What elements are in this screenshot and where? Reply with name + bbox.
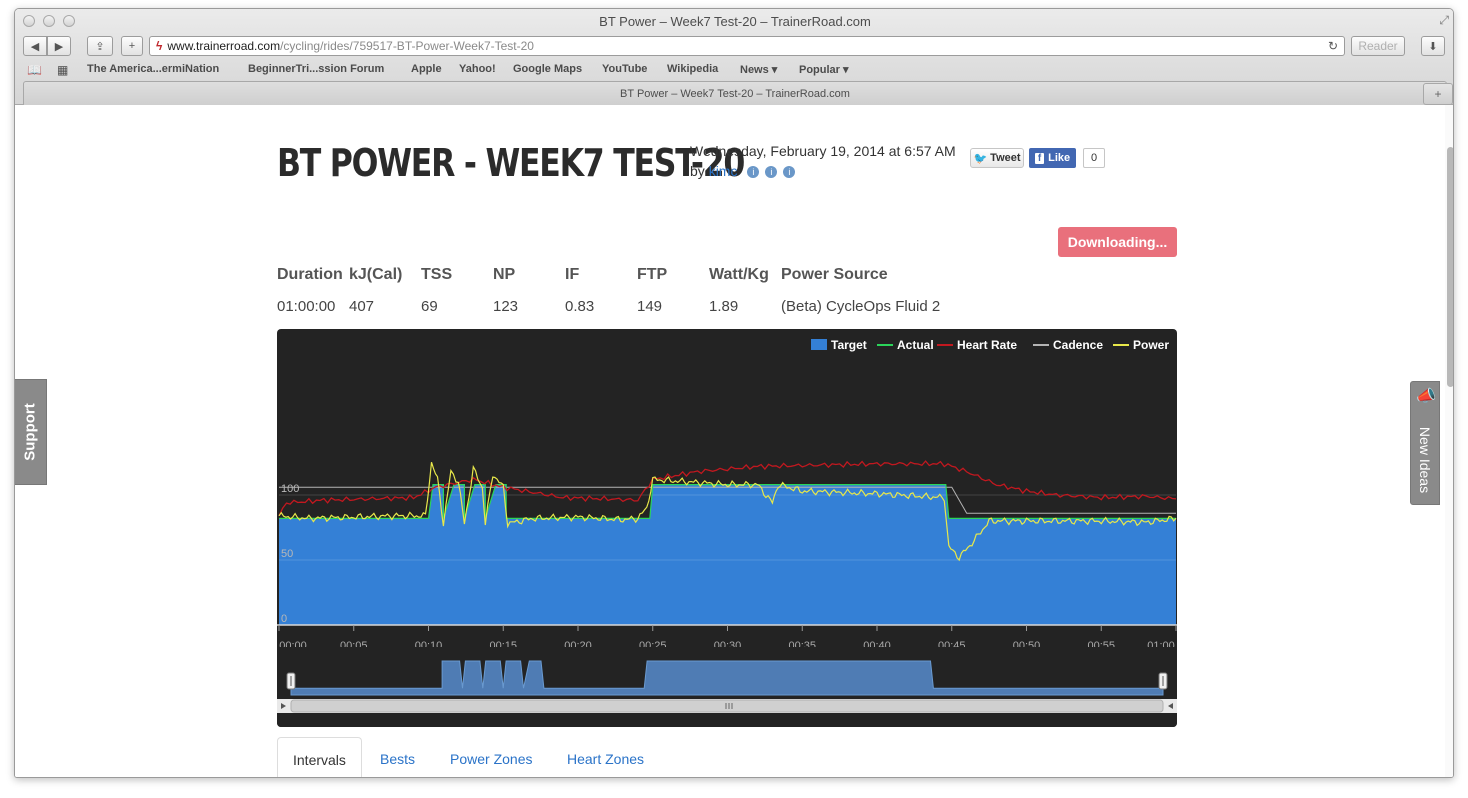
stat-value: 149 <box>637 298 663 315</box>
back-button[interactable]: ◀ <box>23 36 47 56</box>
tab-active[interactable]: BT Power – Week7 Test-20 – TrainerRoad.c… <box>23 81 1447 105</box>
browser-window: BT Power – Week7 Test-20 – TrainerRoad.c… <box>14 8 1454 778</box>
reader-button[interactable]: Reader <box>1351 36 1405 56</box>
bookmark-item[interactable]: YouTube <box>602 63 647 75</box>
y-tick-label: 0 <box>281 613 287 625</box>
byline: by kimc iii <box>690 163 796 179</box>
support-label: Support <box>21 403 39 461</box>
new-ideas-tab[interactable]: 📣 New Ideas <box>1410 381 1440 505</box>
tab-intervals[interactable]: Intervals <box>277 737 362 777</box>
stat-value: 1.89 <box>709 298 739 315</box>
bookmark-item[interactable]: Wikipedia <box>667 63 718 75</box>
site-favicon: ϟ <box>156 39 163 53</box>
bookmark-news-menu[interactable]: News ▾ <box>740 63 777 76</box>
stat-header: IF <box>565 266 580 283</box>
url-host: www.trainerroad.com <box>167 39 281 53</box>
stat-value: 0.83 <box>565 298 595 315</box>
reload-icon[interactable]: ↻ <box>1328 39 1338 53</box>
byline-prefix: by <box>690 163 705 179</box>
plus-icon: + <box>128 40 136 52</box>
stat-value: (Beta) CycleOps Fluid 2 <box>781 298 941 315</box>
scrollbar-thumb[interactable] <box>1447 147 1453 387</box>
url-path: /cycling/rides/759517-BT-Power-Week7-Tes… <box>280 39 534 53</box>
share-button[interactable]: ⇪ <box>87 36 113 56</box>
tab-power-zones[interactable]: Power Zones <box>450 737 532 777</box>
navigator-scrollbar-thumb <box>290 699 1164 713</box>
reading-list-icon[interactable]: 📖 <box>27 63 42 77</box>
like-label: Like <box>1048 152 1071 164</box>
author-link[interactable]: kimc <box>709 163 738 179</box>
stat-header: NP <box>493 266 516 283</box>
tweet-label: Tweet <box>990 152 1021 164</box>
add-bookmark-button[interactable]: + <box>121 36 143 56</box>
chart-bottom-band <box>277 713 1177 727</box>
download-button[interactable]: Downloading... <box>1058 227 1177 257</box>
new-ideas-label: New Ideas <box>1417 426 1433 494</box>
stat-header: TSS <box>421 266 453 283</box>
y-tick-label: 100 <box>281 483 299 495</box>
download-icon: ⬇ <box>1428 40 1438 53</box>
page-content: BT POWER - WEEK7 TEST-20 Wednesday, Febr… <box>15 105 1453 777</box>
window-title: BT Power – Week7 Test-20 – TrainerRoad.c… <box>599 14 871 29</box>
support-tab[interactable]: Support <box>15 379 47 485</box>
bookmark-item[interactable]: Apple <box>411 63 442 75</box>
top-sites-grid-icon[interactable]: ▦ <box>57 63 68 77</box>
forward-button[interactable]: ▶ <box>47 36 71 56</box>
chart-canvas: 10050000:00 00:05 00:10 00:15 00:20 00:25 00:3… <box>277 338 1177 727</box>
stat-value: 123 <box>493 298 519 315</box>
page-title: BT POWER - WEEK7 TEST-20 <box>277 141 745 185</box>
share-icon: ⇪ <box>95 40 105 53</box>
legend-label-power: Power <box>1133 338 1169 352</box>
stat-header: Watt/Kg <box>709 266 769 283</box>
tab-heart-zones[interactable]: Heart Zones <box>567 737 644 777</box>
downloads-button[interactable]: ⬇ <box>1421 36 1445 56</box>
target-area <box>279 484 1176 625</box>
bookmarks-bar: 📖 ▦ The America...ermiNation BeginnerTri… <box>15 61 1453 79</box>
info-icon[interactable]: i <box>747 166 760 179</box>
tweet-button[interactable]: 🐦 Tweet <box>970 148 1024 168</box>
stat-header: Power Source <box>781 266 888 283</box>
stat-value: 01:00:00 <box>277 298 336 315</box>
bookmark-item[interactable]: The America...ermiNation <box>87 63 219 75</box>
megaphone-icon: 📣 <box>1416 388 1436 405</box>
stat-value: 69 <box>421 298 438 315</box>
bookmark-item[interactable]: Yahoo! <box>459 63 496 75</box>
fullscreen-icon[interactable]: ⤢ <box>1439 13 1449 28</box>
stat-header: kJ(Cal) <box>349 266 403 283</box>
back-arrow-icon: ◀ <box>30 40 40 53</box>
page-scrollbar[interactable] <box>1445 105 1453 777</box>
detail-tabs: Intervals Bests Power Zones Heart Zones <box>277 737 1177 777</box>
stat-header: Duration <box>277 266 343 283</box>
info-icon[interactable]: i <box>783 166 796 179</box>
address-bar[interactable]: ϟ www.trainerroad.com/cycling/rides/7595… <box>149 36 1345 56</box>
facebook-icon: f <box>1034 152 1045 164</box>
new-tab-button[interactable]: + <box>1423 83 1453 105</box>
bookmark-item[interactable]: BeginnerTri...ssion Forum <box>248 63 384 75</box>
legend-label-actual: Actual <box>897 338 934 352</box>
twitter-bird-icon: 🐦 <box>973 152 988 165</box>
ride-date: Wednesday, February 19, 2014 at 6:57 AM <box>690 143 956 159</box>
workout-chart[interactable]: 100 50 0 00:00 00:05 00:10 00:15 00:20 00:25 00:3… <box>277 329 1177 727</box>
legend-swatch-target <box>811 339 827 350</box>
forward-arrow-icon: ▶ <box>54 40 64 53</box>
legend-label-cadence: Cadence <box>1053 338 1103 352</box>
stat-header: FTP <box>637 266 668 283</box>
browser-chrome: BT Power – Week7 Test-20 – TrainerRoad.c… <box>15 9 1453 105</box>
bookmark-popular-menu[interactable]: Popular ▾ <box>799 63 849 76</box>
legend-label-heart_rate: Heart Rate <box>957 338 1017 352</box>
tab-bests[interactable]: Bests <box>380 737 415 777</box>
y-tick-label: 50 <box>281 548 293 560</box>
info-icon[interactable]: i <box>765 166 778 179</box>
legend-label-target: Target <box>831 338 867 352</box>
facebook-like-button[interactable]: f Like <box>1029 148 1076 168</box>
like-count: 0 <box>1083 148 1105 168</box>
bookmark-item[interactable]: Google Maps <box>513 63 582 75</box>
stat-value: 407 <box>349 298 375 315</box>
